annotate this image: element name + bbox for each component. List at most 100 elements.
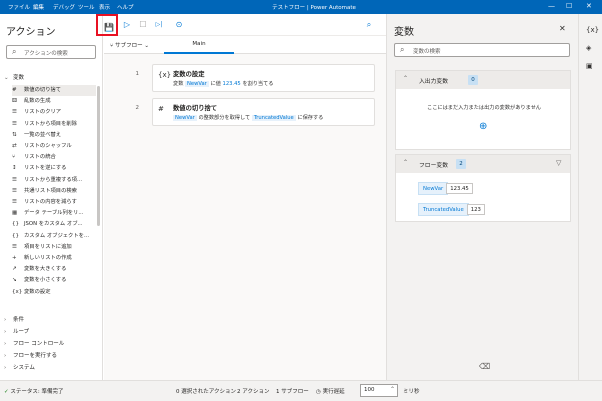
menu-tools[interactable]: ツール [78,3,95,11]
variables-icon[interactable]: {x} [586,26,599,34]
action-label: 変数を小さくする [24,277,67,284]
tab-main[interactable]: Main [164,36,234,54]
action-item[interactable]: ☰ 共通リスト項目の検索 [12,186,96,197]
step-set-variable[interactable]: 1 {x} 変数の設定 変数 NewVar に値 123.45 を割り当てる [136,64,375,92]
menu-debug[interactable]: デバッグ [53,3,75,11]
count-badge: 0 [468,75,478,85]
action-item[interactable]: ☰ リストのクリア [12,107,96,118]
action-label: 一覧の並べ替え [24,131,62,138]
step-number: 2 [135,105,140,111]
search-icon[interactable]: ⌕ [362,18,376,32]
action-label: 変数を大きくする [24,266,67,273]
action-label: リストを逆にする [24,165,67,172]
action-item[interactable]: ⚄ 乱数の生成 [12,96,96,107]
io-variables-header[interactable]: ⌃ 入出力変数 0 [396,71,570,89]
menu-file[interactable]: ファイル [8,3,30,11]
group-loops[interactable]: › ループ [4,327,29,335]
group-variables[interactable]: ⌄ 変数 [4,73,24,81]
status-text: ✓ ステータス: 準備完了 [4,389,64,395]
run-next-action-icon[interactable]: ▷| [152,18,166,32]
action-item[interactable]: ⑂ リストの統合 [12,152,96,163]
chevron-up-icon: ⌃ [403,159,409,166]
action-label: 項目をリストに追加 [24,243,72,250]
window-title: テストフロー | Power Automate [272,5,356,11]
maximize-icon[interactable]: ☐ [566,2,572,10]
flow-variables-header[interactable]: ⌃ フロー変数 2 ▽ [396,155,570,173]
action-item[interactable]: ⇄ リストのシャッフル [12,141,96,152]
action-label: リストから重複する項... [24,176,83,183]
menu-help[interactable]: ヘルプ [117,3,134,11]
group-conditionals[interactable]: › 条件 [4,315,24,323]
action-item[interactable]: {} カスタム オブジェクトを... [12,231,96,242]
add-io-variable-icon[interactable]: ⊕ [479,121,487,132]
action-label: JSON をカスタム オブ... [24,221,83,228]
subflow-tabs: ⑂ サブフロー ⌄ Main [104,36,386,54]
action-item[interactable]: ↘ 変数を小さくする [12,275,96,286]
action-icon: {} [12,232,19,239]
run-icon[interactable]: ▷ [120,18,134,32]
action-label: リストの統合 [24,154,56,161]
actions-scrollbar[interactable] [97,86,100,226]
action-item[interactable]: ☰ リストから重複する項... [12,175,96,186]
action-icon: ⑂ [12,154,16,161]
subflow-dropdown[interactable]: ⑂ サブフロー ⌄ [110,41,149,49]
chevron-right-icon: › [4,329,7,335]
group-system[interactable]: › システム [4,363,35,371]
right-rail: {x} ◈ ▣ [578,14,602,380]
action-label: 変数の設定 [24,288,51,295]
variables-panel: 変数 ✕ ⌕ 変数の検索 ⌃ 入出力変数 0 ここにはまだ入力または出力の変数が… [386,14,578,380]
action-item[interactable]: ☰ リストから項目を削除 [12,119,96,130]
variable-newvar[interactable]: NewVar 123.45 [418,182,473,195]
variable-truncatedvalue[interactable]: TruncatedValue 123 [418,203,485,216]
action-icon: ☰ [12,199,17,205]
action-icon: ↕ [12,165,17,172]
ui-elements-icon[interactable]: ◈ [586,44,591,52]
action-item[interactable]: + 新しいリストの作成 [12,253,96,264]
action-item[interactable]: ⇅ 一覧の並べ替え [12,130,96,141]
actions-panel-title: アクション [6,27,56,38]
action-icon: + [12,255,17,261]
menu-edit[interactable]: 編集 [33,3,44,11]
group-flow-control[interactable]: › フロー コントロール [4,339,64,347]
action-item[interactable]: {} JSON をカスタム オブ... [12,219,96,230]
action-label: リストのクリア [24,109,62,116]
count-badge: 2 [456,159,466,169]
step-number: 1 [135,71,140,77]
step-truncate-number[interactable]: 2 # 数値の切り捨て NewVar の整数部分を取得して TruncatedV… [136,98,375,126]
save-button[interactable]: 💾 [96,14,118,36]
designer-toolbar: 💾 ▷ ☐ ▷| ⊙ ⌕ [96,14,386,36]
action-item[interactable]: # 数値の切り捨て [12,85,96,96]
action-item[interactable]: ☰ リストの内容を減らす [12,197,96,208]
filter-icon[interactable]: ▽ [556,159,561,167]
minimize-icon[interactable]: — [548,2,555,10]
record-icon[interactable]: ⊙ [172,18,186,32]
images-icon[interactable]: ▣ [586,62,593,70]
action-item[interactable]: ↗ 変数を大きくする [12,264,96,275]
actions-search-input[interactable]: ⌕ アクションの検索 [6,45,96,59]
action-item[interactable]: {x} 変数の設定 [12,287,96,298]
variable-icon: {x} [158,71,172,79]
close-icon[interactable]: ✕ [559,24,566,33]
action-icon: ☰ [12,120,17,127]
action-icon: ⚄ [12,98,17,105]
action-icon: ☰ [12,243,17,250]
flow-variables-section: ⌃ フロー変数 2 ▽ NewVar 123.45 TruncatedValue 1… [395,154,571,222]
chevron-up-icon: ⌃ [403,75,409,82]
action-icon: ☰ [12,109,17,116]
delay-label: ◷ 実行遅延 [316,389,345,395]
stop-icon[interactable]: ☐ [136,18,150,32]
variables-search-input[interactable]: ⌕ 変数の検索 [394,43,570,57]
io-empty-text: ここにはまだ入力または出力の変数がありません [427,105,541,111]
eraser-icon[interactable]: ⌫ [479,362,490,371]
action-icon: ⇅ [12,131,17,138]
action-item[interactable]: ▦ データ テーブル列をリ... [12,208,96,219]
action-icon: ↘ [12,277,17,284]
delay-input[interactable]: 100 ⌃ [360,384,398,397]
action-icon: ⇄ [12,143,17,149]
action-item[interactable]: ↕ リストを逆にする [12,163,96,174]
close-window-icon[interactable]: ✕ [586,2,592,10]
step-description: 変数 NewVar に値 123.45 を割り当てる [173,81,274,87]
group-run-flow[interactable]: › フローを実行する [4,351,57,359]
menu-view[interactable]: 表示 [99,3,110,11]
action-item[interactable]: ☰ 項目をリストに追加 [12,242,96,253]
